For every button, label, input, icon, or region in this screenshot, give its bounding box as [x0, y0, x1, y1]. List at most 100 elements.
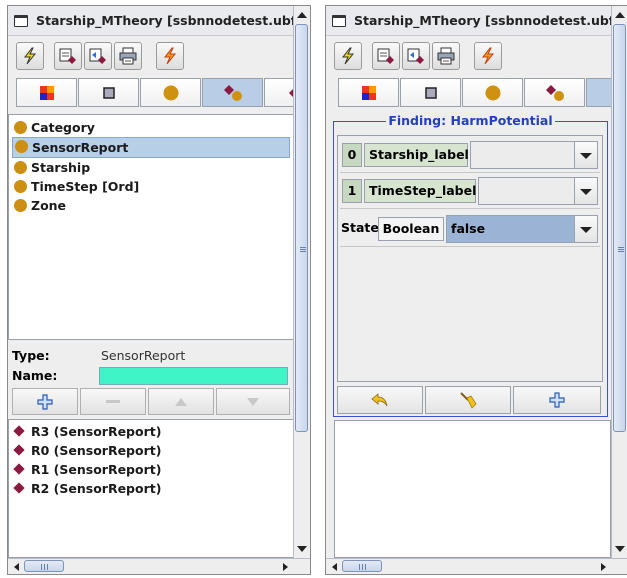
edit-entity-button[interactable] — [372, 42, 400, 70]
run-icon — [481, 47, 495, 65]
type-label: Type: — [12, 348, 50, 363]
window-icon — [332, 15, 346, 27]
instance-icon — [13, 482, 25, 494]
finding-arguments: 0 Starship_label 1 TimeStep_label State:… — [337, 135, 603, 382]
chevron-down-icon[interactable] — [574, 178, 597, 204]
name-label: Name: — [12, 368, 58, 383]
edit-instance-button[interactable] — [84, 42, 112, 70]
remove-button[interactable] — [80, 388, 146, 415]
findings-list — [334, 420, 611, 558]
instance-item[interactable]: R1 (SensorReport) — [9, 460, 293, 479]
edit-entity-icon — [59, 48, 76, 64]
edit-entity-button[interactable] — [54, 42, 82, 70]
compile-button[interactable] — [16, 42, 44, 70]
add-button[interactable] — [12, 388, 78, 415]
entity-icon — [14, 161, 27, 174]
entity-item[interactable]: Zone — [9, 196, 293, 215]
scroll-right-icon[interactable] — [601, 563, 606, 571]
scroll-thumb[interactable] — [24, 560, 64, 572]
tab-square[interactable] — [400, 78, 461, 107]
entity-icon — [14, 121, 27, 134]
name-field[interactable] — [99, 367, 288, 385]
scroll-up-icon[interactable] — [297, 12, 307, 18]
clear-button[interactable] — [425, 386, 511, 414]
instance-list: R3 (SensorReport) R0 (SensorReport) R1 (… — [8, 419, 294, 558]
back-button[interactable] — [337, 386, 423, 414]
argument-value-combo[interactable] — [478, 177, 598, 205]
instance-icon — [13, 425, 25, 437]
broom-icon — [460, 392, 477, 409]
left-title: Starship_MTheory [ssbnnodetest.ubf] — [36, 13, 294, 28]
right-toolbar — [326, 42, 612, 72]
color-grid-icon — [39, 85, 54, 100]
instance-item[interactable]: R0 (SensorReport) — [9, 441, 293, 460]
edit-instance-button[interactable] — [402, 42, 430, 70]
state-value-combo[interactable]: false — [446, 215, 598, 243]
run-button[interactable] — [156, 42, 184, 70]
left-horizontal-scrollbar[interactable] — [8, 558, 310, 574]
entity-icon — [15, 140, 28, 153]
instance-icon — [13, 444, 25, 456]
entity-label: Category — [31, 120, 95, 135]
entity-label: TimeStep [Ord] — [31, 179, 140, 194]
argument-value-combo[interactable] — [470, 141, 598, 169]
plus-icon — [549, 392, 565, 408]
entity-item[interactable]: TimeStep [Ord] — [9, 177, 293, 196]
diamond-circle-icon — [545, 84, 564, 101]
move-down-button[interactable] — [216, 388, 290, 415]
print-button[interactable] — [114, 42, 142, 70]
scroll-up-icon[interactable] — [615, 12, 625, 18]
scroll-thumb[interactable] — [295, 24, 308, 432]
scroll-left-icon[interactable] — [14, 563, 19, 571]
plus-icon — [37, 393, 53, 410]
entity-item[interactable]: Starship — [9, 158, 293, 177]
edit-instance-icon — [89, 48, 106, 64]
instance-label: R1 (SensorReport) — [31, 462, 162, 477]
scroll-down-icon[interactable] — [297, 546, 307, 552]
scroll-thumb[interactable] — [342, 560, 382, 572]
state-row: State: Boolean false — [340, 212, 600, 247]
tab-diamond-circle[interactable] — [524, 78, 585, 107]
argument-row: 1 TimeStep_label — [340, 174, 600, 209]
right-tab-strip — [326, 78, 627, 108]
run-button[interactable] — [474, 42, 502, 70]
edit-instance-icon — [407, 48, 424, 64]
tab-square[interactable] — [78, 78, 139, 107]
left-tab-strip — [8, 78, 310, 108]
right-panel: Starship_MTheory [ssbnnodetest.ubf] Find… — [325, 5, 627, 575]
entity-item[interactable]: Category — [9, 118, 293, 137]
chevron-down-icon[interactable] — [574, 142, 597, 168]
scroll-down-icon[interactable] — [615, 546, 625, 552]
color-grid-icon — [361, 85, 376, 100]
move-up-button[interactable] — [148, 388, 214, 415]
add-finding-button[interactable] — [513, 386, 601, 414]
instance-label: R0 (SensorReport) — [31, 443, 162, 458]
entity-list: Category SensorReport Starship TimeStep … — [8, 114, 294, 340]
left-title-bar: Starship_MTheory [ssbnnodetest.ubf] — [8, 6, 294, 36]
tab-circle[interactable] — [140, 78, 201, 107]
scroll-left-icon[interactable] — [332, 563, 337, 571]
circle-icon — [485, 85, 500, 100]
circle-icon — [163, 85, 178, 100]
tab-colors[interactable] — [16, 78, 77, 107]
scroll-right-icon[interactable] — [283, 563, 288, 571]
scroll-thumb[interactable] — [613, 24, 626, 432]
tab-colors[interactable] — [338, 78, 399, 107]
compile-button[interactable] — [334, 42, 362, 70]
chevron-down-icon[interactable] — [574, 216, 597, 242]
instance-item[interactable]: R2 (SensorReport) — [9, 479, 293, 498]
tab-diamond-circle[interactable] — [202, 78, 263, 107]
right-horizontal-scrollbar[interactable] — [326, 558, 627, 574]
window-icon — [14, 15, 28, 27]
entity-label: Zone — [31, 198, 67, 213]
argument-index: 0 — [342, 143, 362, 167]
argument-name: TimeStep_label — [364, 179, 476, 203]
right-vertical-scrollbar[interactable] — [611, 6, 627, 558]
entity-icon — [14, 199, 27, 212]
tab-circle[interactable] — [462, 78, 523, 107]
print-button[interactable] — [432, 42, 460, 70]
instance-item[interactable]: R3 (SensorReport) — [9, 422, 293, 441]
square-icon — [424, 86, 437, 99]
left-vertical-scrollbar[interactable] — [293, 6, 310, 558]
entity-item-selected[interactable]: SensorReport — [12, 137, 290, 158]
